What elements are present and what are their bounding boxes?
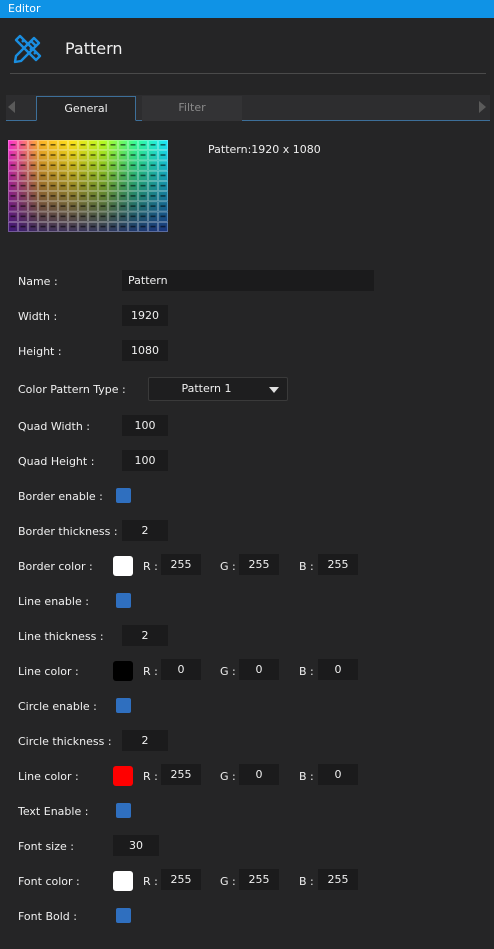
circle-enable-checkbox[interactable] (116, 698, 131, 713)
circle-color-g-input[interactable]: 0 (239, 764, 279, 785)
color-pattern-type-value: Pattern 1 (181, 382, 232, 395)
line-color-g-input[interactable]: 0 (239, 659, 279, 680)
line-color-label: Line color : (18, 665, 79, 678)
quad-height-input[interactable]: 100 (122, 450, 168, 471)
circle-color-r-label: R : (143, 770, 158, 783)
circle-thickness-input[interactable]: 2 (122, 730, 168, 751)
name-input[interactable]: Pattern (122, 270, 374, 291)
border-color-label: Border color : (18, 560, 93, 573)
tab-filter[interactable]: Filter (142, 96, 242, 121)
circle-color-b-label: B : (299, 770, 314, 783)
quad-height-label: Quad Height : (18, 455, 95, 468)
border-color-b-input[interactable]: 255 (318, 554, 358, 575)
header-divider (10, 73, 486, 74)
tab-scroll-right-icon[interactable] (479, 101, 486, 113)
circle-color-g-label: G : (220, 770, 236, 783)
height-label: Height : (18, 345, 62, 358)
name-label: Name : (18, 275, 58, 288)
width-label: Width : (18, 310, 58, 323)
circle-color-label: Line color : (18, 770, 79, 783)
line-thickness-label: Line thickness : (18, 630, 104, 643)
border-color-swatch[interactable] (113, 556, 133, 576)
window-title: Editor (8, 2, 41, 15)
pattern-preview-thumbnail (8, 140, 168, 232)
color-pattern-type-select[interactable]: Pattern 1 (148, 377, 288, 401)
border-thickness-input[interactable]: 2 (122, 520, 168, 541)
tab-general[interactable]: General (36, 96, 136, 121)
border-color-r-label: R : (143, 560, 158, 573)
font-color-b-label: B : (299, 875, 314, 888)
preview-resolution-label: Pattern:1920 x 1080 (208, 143, 321, 156)
border-color-g-label: G : (220, 560, 236, 573)
border-enable-checkbox[interactable] (116, 488, 131, 503)
border-color-b-label: B : (299, 560, 314, 573)
border-thickness-label: Border thickness : (18, 525, 118, 538)
line-thickness-input[interactable]: 2 (122, 625, 168, 646)
height-input[interactable]: 1080 (122, 340, 168, 361)
border-enable-label: Border enable : (18, 490, 103, 503)
page-header: Pattern (0, 18, 494, 76)
font-color-r-input[interactable]: 255 (161, 869, 201, 890)
line-color-r-input[interactable]: 0 (161, 659, 201, 680)
line-color-b-label: B : (299, 665, 314, 678)
circle-thickness-label: Circle thickness : (18, 735, 112, 748)
font-color-r-label: R : (143, 875, 158, 888)
border-color-r-input[interactable]: 255 (161, 554, 201, 575)
text-enable-checkbox[interactable] (116, 803, 131, 818)
line-color-r-label: R : (143, 665, 158, 678)
circle-color-swatch[interactable] (113, 766, 133, 786)
font-color-g-label: G : (220, 875, 236, 888)
width-input[interactable]: 1920 (122, 305, 168, 326)
line-color-swatch[interactable] (113, 661, 133, 681)
font-bold-label: Font Bold : (18, 910, 77, 923)
font-size-label: Font size : (18, 840, 74, 853)
chevron-down-icon (269, 387, 279, 393)
tab-strip: General Filter (6, 95, 490, 121)
font-color-g-input[interactable]: 255 (239, 869, 279, 890)
quad-width-label: Quad Width : (18, 420, 91, 433)
pencil-ruler-icon (13, 34, 42, 64)
page-title: Pattern (65, 39, 123, 58)
circle-color-r-input[interactable]: 255 (161, 764, 201, 785)
text-enable-label: Text Enable : (18, 805, 89, 818)
window-title-bar: Editor (0, 0, 494, 18)
line-enable-checkbox[interactable] (116, 593, 131, 608)
line-color-g-label: G : (220, 665, 236, 678)
font-color-swatch[interactable] (113, 871, 133, 891)
font-bold-checkbox[interactable] (116, 908, 131, 923)
line-enable-label: Line enable : (18, 595, 89, 608)
line-color-b-input[interactable]: 0 (318, 659, 358, 680)
border-color-g-input[interactable]: 255 (239, 554, 279, 575)
font-color-label: Font color : (18, 875, 80, 888)
font-color-b-input[interactable]: 255 (318, 869, 358, 890)
tab-scroll-left-icon[interactable] (8, 101, 15, 113)
font-size-input[interactable]: 30 (113, 835, 159, 856)
circle-enable-label: Circle enable : (18, 700, 97, 713)
color-pattern-type-label: Color Pattern Type : (18, 383, 126, 396)
circle-color-b-input[interactable]: 0 (318, 764, 358, 785)
quad-width-input[interactable]: 100 (122, 415, 168, 436)
